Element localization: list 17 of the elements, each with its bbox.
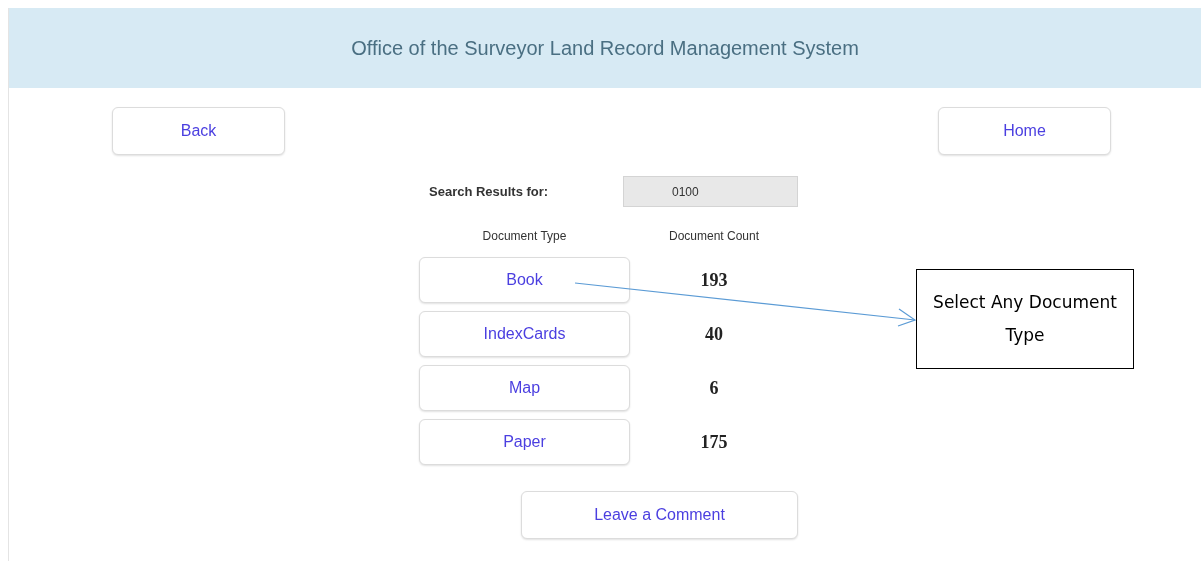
- document-type-button[interactable]: Book: [419, 257, 630, 303]
- column-header: Document Count: [667, 228, 760, 245]
- page-title: Office of the Surveyor Land Record Management System: [351, 36, 859, 61]
- search-label: Search Results for:: [429, 182, 550, 201]
- document-count: 175: [699, 430, 729, 454]
- document-count: 193: [699, 268, 729, 292]
- search-value-field: 0100: [623, 176, 798, 207]
- document-count: 6: [708, 376, 720, 400]
- column-header: Document Type: [481, 228, 568, 245]
- document-type-button[interactable]: Map: [419, 365, 630, 411]
- leave-comment-button[interactable]: Leave a Comment: [521, 491, 798, 539]
- document-type-button[interactable]: IndexCards: [419, 311, 630, 357]
- document-type-button[interactable]: Paper: [419, 419, 630, 465]
- callout-text: Select Any Document Type: [932, 291, 1118, 347]
- back-button[interactable]: Back: [112, 107, 285, 155]
- home-button[interactable]: Home: [938, 107, 1111, 155]
- document-count: 40: [704, 322, 724, 346]
